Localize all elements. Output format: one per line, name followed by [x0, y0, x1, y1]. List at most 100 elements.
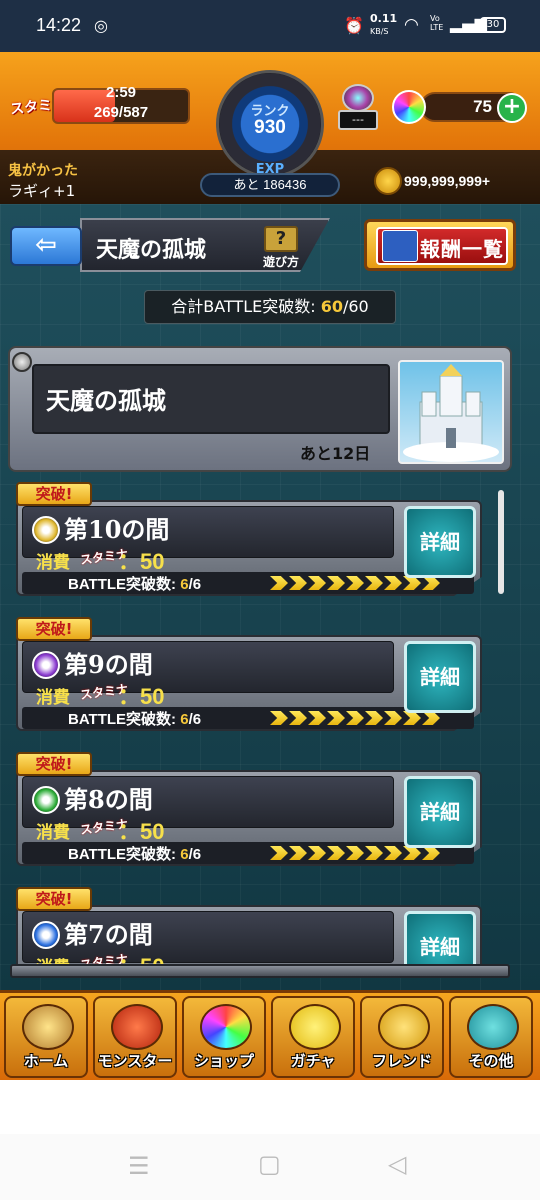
other-icon	[467, 1004, 519, 1050]
progress-arrow	[365, 576, 383, 590]
nav-label: ショップ	[193, 1052, 254, 1070]
progress-max: /6	[188, 846, 202, 863]
nav-shop[interactable]: ショップ	[182, 996, 266, 1078]
light-element-icon	[32, 516, 60, 544]
nav-friend[interactable]: フレンド	[360, 996, 444, 1078]
detail-button[interactable]: 詳細	[404, 506, 476, 578]
cleared-badge: 突破!	[16, 752, 92, 776]
monster-icon	[111, 1004, 163, 1050]
cleared-badge: 突破!	[16, 887, 92, 911]
progress-arrow	[384, 846, 402, 860]
progress-arrow	[403, 846, 421, 860]
back-button[interactable]: ⇦	[10, 226, 82, 266]
gacha-icon	[289, 1004, 341, 1050]
page-title: 天魔の孤城	[96, 237, 207, 263]
back-nav-button[interactable]: ◁	[388, 1150, 406, 1178]
progress-arrow	[346, 846, 364, 860]
progress-arrow	[365, 846, 383, 860]
net-unit: KB/S	[370, 27, 389, 36]
progress-arrow	[403, 576, 421, 590]
exp-remaining: あと 186436	[200, 173, 340, 197]
stage-name: 第9の間	[64, 650, 153, 679]
progress-arrow	[422, 576, 440, 590]
progress-label: BATTLE突破数:	[68, 711, 177, 728]
question-icon[interactable]: ?	[264, 226, 298, 252]
recents-button[interactable]: ☰	[128, 1152, 150, 1180]
total-current: 60	[320, 297, 343, 316]
scrollbar[interactable]	[498, 490, 504, 594]
progress-arrow	[403, 711, 421, 725]
help-label[interactable]: 遊び方	[258, 253, 304, 270]
battle-progress: BATTLE突破数: 6/6	[68, 573, 201, 594]
rank-value: 930	[254, 117, 286, 138]
progress-arrow	[289, 576, 307, 590]
event-days-left: あと12日	[300, 444, 371, 463]
list-bottom-frame	[10, 964, 510, 978]
stage-name: 第10の間	[64, 515, 170, 544]
stage-list[interactable]: 突破! 第10の間 消費 スタミナ ：50 BATTLE突破数: 6/6 詳細 突破! 第9の間…	[8, 480, 512, 978]
stage-row[interactable]: 突破! 第10の間 消費 スタミナ ：50 BATTLE突破数: 6/6 詳細	[8, 482, 498, 602]
buy-orb-button[interactable]: +	[497, 93, 527, 123]
progress-arrows	[270, 846, 441, 860]
progress-arrow	[365, 711, 383, 725]
pin-icon	[12, 352, 32, 372]
water-element-icon	[32, 921, 60, 949]
friend-icon	[378, 1004, 430, 1050]
progress-label: BATTLE突破数:	[68, 576, 177, 593]
home-icon	[22, 1004, 74, 1050]
progress-arrow	[308, 711, 326, 725]
progress-arrows	[270, 711, 441, 725]
progress-current: 6	[180, 576, 189, 593]
gacha-counter-value: ---	[338, 110, 378, 130]
home-button[interactable]: ▢	[258, 1150, 281, 1178]
progress-arrow	[308, 576, 326, 590]
wood-element-icon	[32, 786, 60, 814]
wifi-icon: ◠	[404, 15, 419, 35]
nav-home[interactable]: ホーム	[4, 996, 88, 1078]
dark-element-icon	[32, 651, 60, 679]
nav-monster[interactable]: モンスター	[93, 996, 177, 1078]
progress-arrow	[346, 576, 364, 590]
gold-value: 999,999,999+	[404, 173, 491, 189]
total-label: 合計BATTLE突破数:	[171, 297, 316, 316]
detail-button[interactable]: 詳細	[404, 641, 476, 713]
nav-gacha[interactable]: ガチャ	[271, 996, 355, 1078]
volte-label: Vo LTE	[430, 14, 444, 32]
status-line-2: ラギィ+1	[8, 182, 76, 200]
progress-current: 6	[180, 711, 189, 728]
nav-label: ホーム	[23, 1052, 69, 1070]
progress-arrow	[289, 711, 307, 725]
progress-arrow	[270, 711, 288, 725]
nav-label: ガチャ	[290, 1052, 336, 1070]
reward-list-label[interactable]: 報酬一覧	[420, 233, 504, 262]
progress-max: /6	[188, 711, 202, 728]
gacha-counter[interactable]: ---	[336, 84, 380, 134]
castle-icon	[398, 360, 504, 464]
event-title: 天魔の孤城	[46, 386, 166, 415]
cleared-badge: 突破!	[16, 617, 92, 641]
cleared-badge: 突破!	[16, 482, 92, 506]
progress-arrow	[270, 846, 288, 860]
nav-label: フレンド	[371, 1052, 432, 1070]
status-bar: 14:22 ◎ ⏰ 0.11 KB/S ◠ Vo LTE ▂▄▆ 30	[0, 0, 540, 52]
stage-row[interactable]: 突破! 第8の間 消費 スタミナ ：50 BATTLE突破数: 6/6 詳細	[8, 752, 498, 872]
stage-name: 第8の間	[64, 785, 153, 814]
progress-max: /6	[188, 576, 202, 593]
net-speed: 0.11	[370, 12, 398, 25]
cost-label: 消費	[36, 553, 70, 573]
progress-arrow	[289, 846, 307, 860]
progress-arrow	[327, 846, 345, 860]
total-max: /60	[342, 297, 369, 316]
detail-button[interactable]: 詳細	[404, 776, 476, 848]
progress-arrow	[384, 576, 402, 590]
stage-row[interactable]: 突破! 第9の間 消費 スタミナ ：50 BATTLE突破数: 6/6 詳細	[8, 617, 498, 737]
status-line-1: 鬼がかった	[8, 163, 78, 179]
capsule-icon	[342, 84, 374, 112]
nav-other[interactable]: その他	[449, 996, 533, 1078]
messenger-icon: ◎	[94, 16, 108, 35]
progress-arrows	[270, 576, 441, 590]
progress-arrow	[346, 711, 364, 725]
stage-name: 第7の間	[64, 920, 153, 949]
book-icon	[382, 230, 418, 262]
total-battle-count: 合計BATTLE突破数: 60/60	[144, 290, 396, 324]
